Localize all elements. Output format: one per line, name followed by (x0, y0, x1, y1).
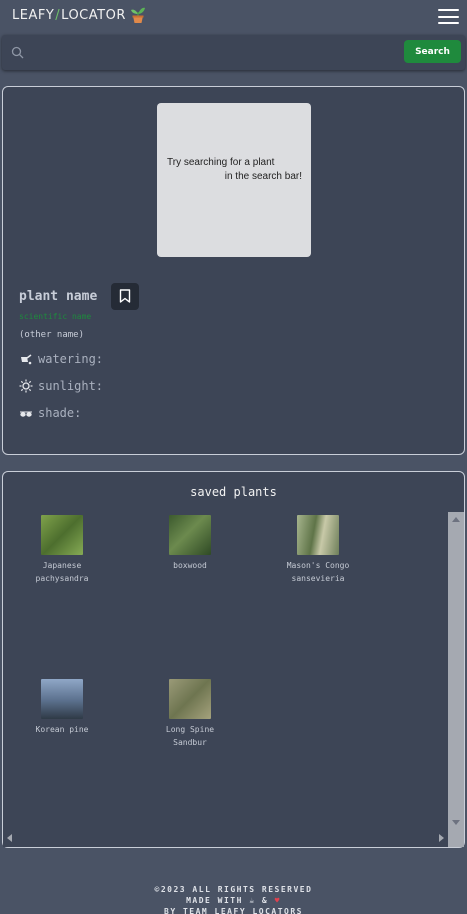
saved-plant-item[interactable]: Korean pine (12, 679, 112, 736)
watering-label: watering: (38, 352, 104, 366)
saved-plant-item[interactable]: Japanese pachysandra (12, 515, 112, 585)
search-input[interactable] (30, 40, 398, 64)
saved-plant-label: boxwood (173, 561, 207, 570)
plant-thumbnail (169, 679, 211, 719)
plant-thumbnail (41, 679, 83, 719)
plant-thumbnail (297, 515, 339, 555)
brand-text-right: LOCATOR (61, 7, 126, 23)
brand-separator: / (55, 7, 61, 23)
heart-icon: ♥ (274, 896, 281, 905)
sunlight-row: sunlight: (19, 379, 103, 393)
plant-thumbnail (41, 515, 83, 555)
placeholder-message: Try searching for a plant in the search … (167, 157, 302, 182)
watering-row: watering: (19, 352, 103, 366)
footer: ©2023 ALL RIGHTS RESERVED MADE WITH ☕ & … (0, 884, 467, 914)
saved-plants-card: saved plants Japanese pachysandra boxwood… (2, 471, 465, 848)
saved-plant-label: Japanese pachysandra (35, 561, 89, 583)
plant-image-placeholder: Try searching for a plant in the search … (157, 103, 311, 257)
scroll-down-icon[interactable] (452, 820, 460, 825)
vertical-scrollbar[interactable] (448, 512, 464, 830)
saved-plant-item[interactable]: Mason's Congo sansevieria (268, 515, 368, 585)
sunlight-label: sunlight: (38, 379, 104, 393)
search-icon (11, 45, 25, 59)
brand-logo[interactable]: LEAFY / LOCATOR (12, 6, 146, 24)
top-navbar: LEAFY / LOCATOR (0, 0, 467, 34)
saved-plant-label: Korean pine (35, 725, 89, 734)
plant-detail-card: Try searching for a plant in the search … (2, 86, 465, 455)
saved-plants-grid: Japanese pachysandra boxwood Mason's Cong… (3, 472, 450, 830)
copyright-text: ©2023 ALL RIGHTS RESERVED (154, 885, 313, 894)
scroll-left-icon[interactable] (7, 834, 12, 842)
scroll-right-icon[interactable] (439, 834, 444, 842)
search-button[interactable]: Search (404, 40, 461, 63)
search-bar: Search (2, 35, 465, 70)
saved-plant-label: Long Spine Sandbur (165, 725, 215, 747)
plant-name: plant name (19, 289, 98, 304)
scroll-up-icon[interactable] (452, 517, 460, 522)
saved-plant-item[interactable]: Long Spine Sandbur (140, 679, 240, 749)
other-name: (other name) (19, 330, 85, 340)
shade-row: shade: (19, 406, 81, 420)
sun-icon (19, 379, 33, 393)
horizontal-scrollbar[interactable] (3, 830, 464, 847)
team-credit-text: BY TEAM LEAFY LOCATORS (164, 907, 303, 914)
saved-plant-label: Mason's Congo sansevieria (286, 561, 350, 583)
sunglasses-icon (19, 406, 33, 420)
saved-plant-item[interactable]: boxwood (140, 515, 240, 572)
coffee-icon: ☕ (249, 896, 256, 905)
shade-label: shade: (38, 406, 82, 420)
watering-can-icon (19, 352, 33, 366)
potted-plant-icon (130, 6, 146, 24)
made-with-text: MADE WITH ☕ & ♥ (186, 896, 281, 905)
bookmark-icon (119, 289, 131, 303)
scrollbar-corner (448, 830, 464, 847)
brand-text-left: LEAFY (12, 7, 55, 23)
scientific-name: scientific name (19, 312, 92, 321)
bookmark-button[interactable] (111, 283, 139, 310)
hamburger-menu-icon[interactable] (438, 9, 459, 24)
plant-thumbnail (169, 515, 211, 555)
